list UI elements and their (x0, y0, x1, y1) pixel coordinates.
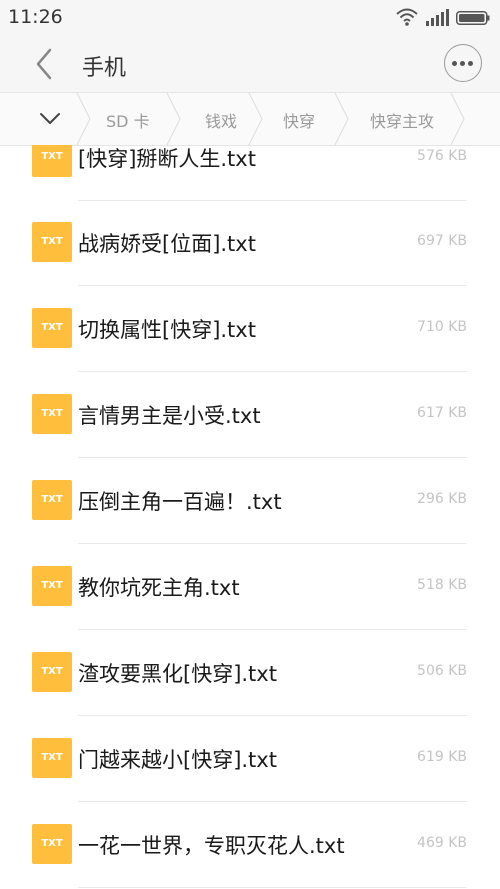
file-row[interactable]: TXT 战病娇受[位面].txt 697 KB (0, 200, 500, 286)
file-name: 渣攻要黑化[快穿].txt (78, 662, 277, 686)
file-list: TXT [快穿]掰断人生.txt 576 KB TXT 战病娇受[位面].txt… (0, 145, 500, 889)
file-row[interactable]: TXT 教你坑死主角.txt 518 KB (0, 544, 500, 630)
breadcrumb-item-kuaichuan[interactable]: 快穿 (283, 108, 315, 132)
file-size: 617 KB (417, 405, 467, 421)
file-name: 教你坑死主角.txt (78, 576, 240, 600)
file-size: 697 KB (417, 233, 467, 249)
file-row[interactable]: TXT 言情男主是小受.txt 617 KB (0, 372, 500, 458)
breadcrumb-item-current[interactable]: 快穿主攻 (370, 108, 434, 132)
back-arrow-icon[interactable] (26, 46, 62, 82)
file-size: 576 KB (417, 148, 467, 164)
file-name: [快穿]掰断人生.txt (78, 147, 256, 171)
txt-file-icon: TXT (32, 480, 72, 520)
file-row[interactable]: TXT 门越来越小[快穿].txt 619 KB (0, 716, 500, 802)
breadcrumb-separator-icon (334, 93, 349, 145)
file-size: 710 KB (417, 319, 467, 335)
breadcrumb-separator-icon (76, 93, 91, 145)
file-row[interactable]: TXT 渣攻要黑化[快穿].txt 506 KB (0, 630, 500, 716)
txt-file-icon: TXT (32, 308, 72, 348)
txt-file-icon: TXT (32, 394, 72, 434)
file-size: 296 KB (417, 491, 467, 507)
breadcrumb-item-folder[interactable]: 钱戏 (205, 108, 237, 132)
file-row[interactable]: TXT 一花一世界，专职灭花人.txt 469 KB (0, 802, 500, 888)
signal-icon (426, 9, 449, 26)
txt-file-icon: TXT (32, 738, 72, 778)
more-dot-icon (460, 61, 465, 66)
file-name: 战病娇受[位面].txt (78, 232, 256, 256)
txt-file-icon: TXT (32, 824, 72, 864)
file-name: 压倒主角一百遍！.txt (78, 490, 282, 514)
file-name: 切换属性[快穿].txt (78, 318, 256, 342)
chevron-down-icon[interactable] (36, 107, 64, 131)
file-name: 门越来越小[快穿].txt (78, 748, 277, 772)
file-size: 506 KB (417, 663, 467, 679)
file-row[interactable]: TXT [快穿]掰断人生.txt 576 KB (0, 145, 500, 201)
txt-file-icon: TXT (32, 145, 72, 177)
file-size: 518 KB (417, 577, 467, 593)
file-row[interactable]: TXT 切换属性[快穿].txt 710 KB (0, 286, 500, 372)
battery-icon (456, 11, 490, 25)
breadcrumb-item-sd-card[interactable]: SD 卡 (106, 108, 150, 132)
more-dot-icon (452, 61, 457, 66)
file-row[interactable]: TXT 压倒主角一百遍！.txt 296 KB (0, 458, 500, 544)
wifi-icon (396, 8, 418, 26)
page-title: 手机 (82, 56, 127, 81)
txt-file-icon: TXT (32, 222, 72, 262)
file-name: 一花一世界，专职灭花人.txt (78, 834, 345, 858)
status-time: 11:26 (8, 6, 63, 28)
more-dot-icon (468, 61, 473, 66)
top-bar: 11:26 手机 (0, 0, 500, 92)
title-bar: 手机 (0, 36, 500, 92)
file-name: 言情男主是小受.txt (78, 404, 261, 428)
txt-file-icon: TXT (32, 652, 72, 692)
status-bar: 11:26 (0, 0, 500, 36)
file-size: 619 KB (417, 749, 467, 765)
breadcrumb-separator-icon (166, 93, 181, 145)
row-divider (78, 887, 467, 888)
breadcrumb-separator-icon (450, 93, 465, 145)
more-options-button[interactable] (444, 44, 482, 82)
breadcrumb: SD 卡 钱戏 快穿 快穿主攻 (0, 92, 500, 146)
file-size: 469 KB (417, 835, 467, 851)
breadcrumb-separator-icon (248, 93, 263, 145)
txt-file-icon: TXT (32, 566, 72, 606)
